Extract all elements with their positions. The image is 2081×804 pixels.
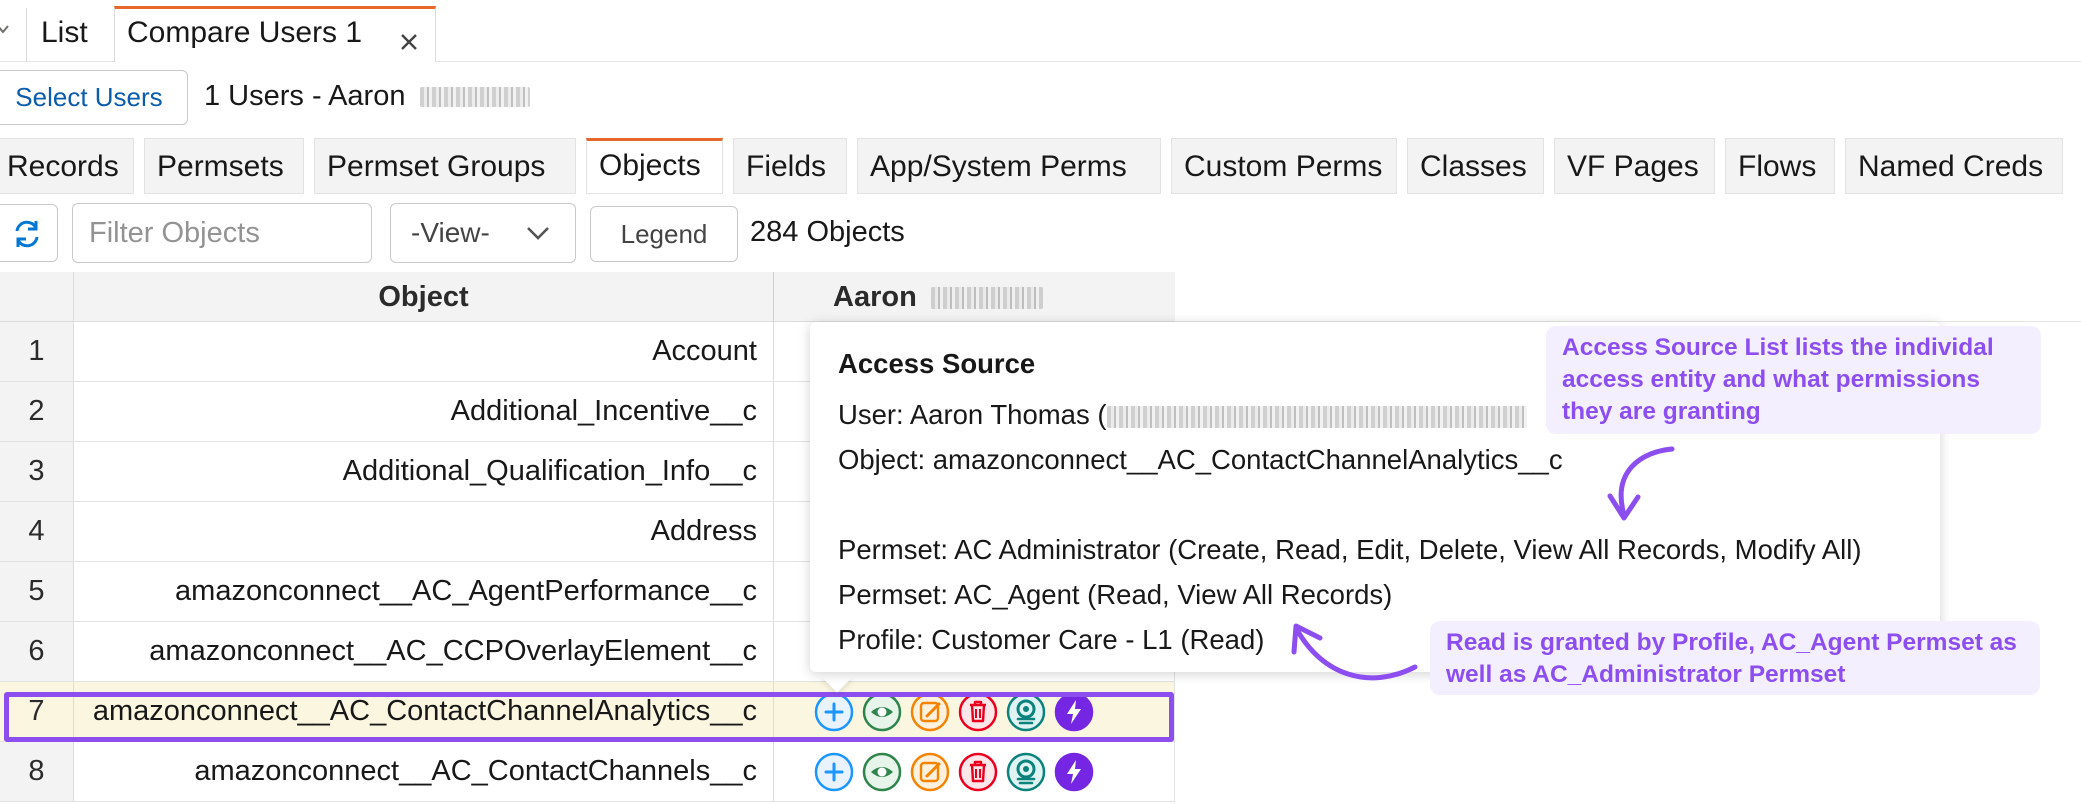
annotation-read-granted: Read is granted by Profile, AC_Agent Per… <box>1430 621 2040 695</box>
row-number: 2 <box>0 382 74 441</box>
object-name: amazonconnect__AC_AgentPerformance__c <box>175 575 757 607</box>
annotation-access-source: Access Source List lists the individal a… <box>1546 326 2041 434</box>
object-cell: Additional_Qualification_Info__c <box>74 442 774 501</box>
tab-permset-groups[interactable]: Permset Groups <box>314 138 576 194</box>
edit-icon[interactable] <box>910 752 950 792</box>
refresh-icon <box>15 220 39 248</box>
table-row-highlighted[interactable]: 7 amazonconnect__AC_ContactChannelAnalyt… <box>0 682 1175 742</box>
delete-icon[interactable] <box>958 692 998 732</box>
tab-fields[interactable]: Fields <box>733 138 847 194</box>
tab-records[interactable]: Records <box>0 138 134 194</box>
workspace-tab-bar: List Compare Users 1 <box>0 0 2081 62</box>
column-header-user-label: Aaron <box>833 281 917 313</box>
tab-classes[interactable]: Classes <box>1407 138 1544 194</box>
object-name: Address <box>650 515 757 547</box>
create-icon[interactable] <box>814 752 854 792</box>
view-select-value: -View- <box>411 217 490 248</box>
row-number: 3 <box>0 442 74 501</box>
filter-objects-input[interactable] <box>72 203 372 263</box>
popover-object-line: Object: amazonconnect__AC_ContactChannel… <box>838 444 1563 475</box>
object-cell: amazonconnect__AC_AgentPerformance__c <box>74 562 774 621</box>
object-cell: amazonconnect__AC_ContactChannels__c <box>74 742 774 801</box>
tab-custom-perms[interactable]: Custom Perms <box>1171 138 1397 194</box>
object-cell: Additional_Incentive__c <box>74 382 774 441</box>
chevron-down-icon[interactable] <box>0 22 10 36</box>
popover-user-text: User: Aaron Thomas ( <box>838 399 1107 430</box>
object-name: Additional_Incentive__c <box>450 395 757 427</box>
tab-compare-users-label: Compare Users 1 <box>127 16 363 49</box>
tab-objects[interactable]: Objects <box>586 138 723 194</box>
column-header-user[interactable]: Aaron <box>833 272 1043 322</box>
tab-list[interactable]: List <box>26 8 102 62</box>
tab-vf-pages[interactable]: VF Pages <box>1554 138 1715 194</box>
tab-named-creds[interactable]: Named Creds <box>1845 138 2063 194</box>
read-icon[interactable] <box>862 692 902 732</box>
delete-icon[interactable] <box>958 752 998 792</box>
refresh-button[interactable] <box>0 204 58 262</box>
object-cell: Address <box>74 502 774 561</box>
redacted-surname <box>930 287 1043 310</box>
object-name: amazonconnect__AC_ContactChannelAnalytic… <box>92 695 757 727</box>
modify-all-icon[interactable] <box>1054 752 1094 792</box>
object-name: amazonconnect__AC_ContactChannels__c <box>194 755 757 787</box>
row-number: 8 <box>0 742 74 801</box>
view-all-icon[interactable] <box>1006 692 1046 732</box>
object-count: 284 Objects <box>750 216 905 248</box>
object-cell: Account <box>74 322 774 381</box>
table-row[interactable]: 8 amazonconnect__AC_ContactChannels__c <box>0 742 1175 802</box>
row-number: 6 <box>0 622 74 681</box>
select-users-button[interactable]: Select Users <box>0 70 188 125</box>
object-cell: amazonconnect__AC_CCPOverlayElement__c <box>74 622 774 681</box>
create-icon[interactable] <box>814 692 854 732</box>
object-name: amazonconnect__AC_CCPOverlayElement__c <box>149 635 757 667</box>
permission-cell <box>774 682 1175 741</box>
column-header-object[interactable]: Object <box>74 272 774 322</box>
grid-header: Object Aaron <box>0 272 1175 322</box>
popover-source-line: Permset: AC Administrator (Create, Read,… <box>838 534 1862 565</box>
tab-permsets[interactable]: Permsets <box>144 138 304 194</box>
tab-app-system-perms[interactable]: App/System Perms <box>857 138 1161 194</box>
view-all-icon[interactable] <box>1006 752 1046 792</box>
object-name: Account <box>652 335 757 367</box>
popover-source-line: Permset: AC_Agent (Read, View All Record… <box>838 579 1393 610</box>
selected-users-label: 1 Users - Aaron <box>204 80 530 113</box>
chevron-down-icon <box>527 227 549 240</box>
permission-cell <box>774 742 1175 801</box>
read-icon[interactable] <box>862 752 902 792</box>
row-number: 7 <box>0 682 74 741</box>
row-number: 5 <box>0 562 74 621</box>
selected-users-text: 1 Users - Aaron <box>204 80 406 112</box>
legend-button[interactable]: Legend <box>590 206 738 262</box>
redacted-email <box>1106 405 1527 428</box>
row-number: 4 <box>0 502 74 561</box>
modify-all-icon[interactable] <box>1054 692 1094 732</box>
permission-category-tabs: Records Permsets Permset Groups Objects … <box>0 138 2081 194</box>
close-icon[interactable] <box>397 21 421 50</box>
object-name: Additional_Qualification_Info__c <box>342 455 757 487</box>
view-select[interactable]: -View- <box>390 203 576 263</box>
edit-icon[interactable] <box>910 692 950 732</box>
row-number: 1 <box>0 322 74 381</box>
redacted-surname <box>419 87 530 108</box>
tab-compare-users[interactable]: Compare Users 1 <box>114 6 436 62</box>
tab-flows[interactable]: Flows <box>1725 138 1835 194</box>
object-cell: amazonconnect__AC_ContactChannelAnalytic… <box>74 682 774 741</box>
row-number-header <box>0 272 74 322</box>
